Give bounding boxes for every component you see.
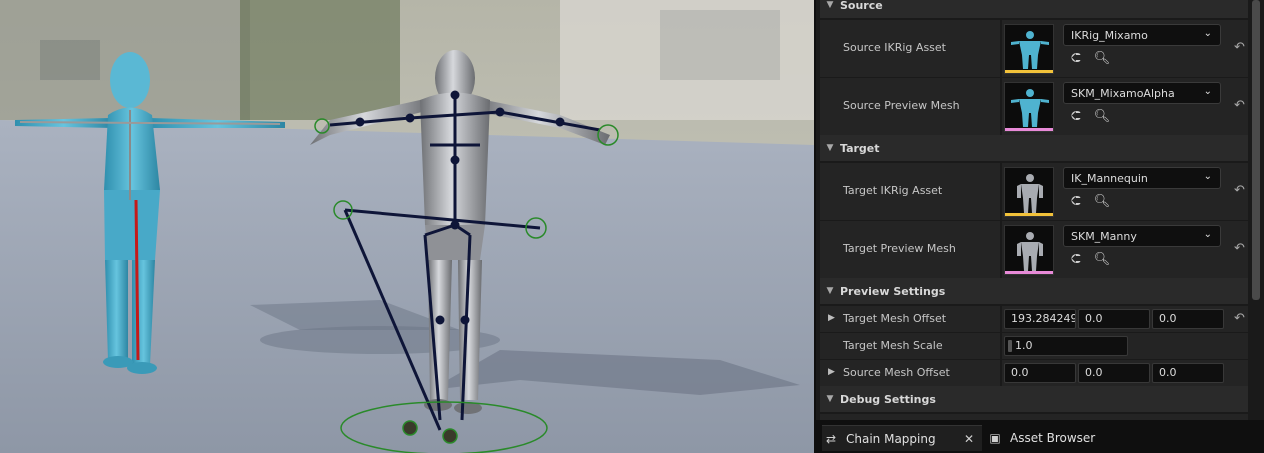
row-source-mesh-offset: ▶ Source Mesh Offset 0.0 0.0 0.0 (820, 359, 1248, 386)
mannequin-thumbnail-icon (1005, 226, 1053, 274)
browse-to-asset-icon[interactable]: ⮈ (1067, 193, 1085, 211)
target-preview-mesh-combo[interactable]: SKM_Manny ⌄ (1063, 225, 1221, 247)
find-in-content-browser-icon[interactable]: 🔍︎ (1093, 108, 1111, 126)
section-target[interactable]: ▼ Target (820, 135, 1248, 161)
source-ikrig-thumbnail[interactable] (1004, 24, 1054, 74)
target-mesh-offset-z[interactable]: 0.0 (1152, 309, 1224, 329)
chevron-down-icon: ⌄ (1203, 28, 1212, 39)
source-ikrig-value: IKRig_Mixamo (1071, 28, 1148, 42)
row-debug-partial (820, 413, 1248, 420)
section-debug-settings[interactable]: ▼ Debug Settings (820, 386, 1248, 412)
row-target-mesh-scale: Target Mesh Scale 1.0 (820, 332, 1248, 359)
source-mesh-offset-label: Source Mesh Offset (843, 366, 950, 379)
folder-icon: ▣ (989, 431, 1001, 445)
column-divider[interactable] (1000, 306, 1002, 332)
target-mesh-scale-field[interactable]: 1.0 (1004, 336, 1128, 356)
chevron-down-icon: ⌄ (1203, 229, 1212, 240)
source-ikrig-label: Source IKRig Asset (843, 41, 946, 54)
target-mesh-offset-x[interactable]: 193.284249 (1004, 309, 1076, 329)
section-source[interactable]: ▼ Source (820, 0, 1248, 18)
asset-type-bar (1005, 213, 1053, 216)
details-scrollbar[interactable] (1252, 0, 1260, 300)
viewport[interactable] (0, 0, 814, 453)
chevron-down-icon: ⌄ (1203, 86, 1212, 97)
reset-icon[interactable]: ↶ (1234, 98, 1245, 113)
row-target-ikrig: Target IKRig Asset IK_Mannequin ⌄ ⮈ 🔍︎ ↶ (820, 162, 1248, 220)
column-divider[interactable] (1000, 221, 1002, 278)
bottom-tab-bar: ⇄ Chain Mapping ✕ ▣ Asset Browser (814, 420, 1264, 453)
target-ikrig-combo[interactable]: IK_Mannequin ⌄ (1063, 167, 1221, 189)
target-mesh-offset-y[interactable]: 0.0 (1078, 309, 1150, 329)
target-preview-mesh-label: Target Preview Mesh (843, 242, 956, 255)
find-in-content-browser-icon[interactable]: 🔍︎ (1093, 193, 1111, 211)
target-mesh-scale-label: Target Mesh Scale (843, 339, 943, 352)
browse-to-asset-icon[interactable]: ⮈ (1067, 108, 1085, 126)
source-preview-mesh-thumbnail[interactable] (1004, 82, 1054, 132)
tab-chain-mapping-label: Chain Mapping (846, 431, 936, 446)
chain-mapping-icon: ⇄ (825, 431, 837, 446)
column-divider[interactable] (1000, 20, 1002, 77)
chevron-down-icon: ⌄ (1203, 171, 1212, 182)
close-icon[interactable]: ✕ (964, 432, 974, 446)
tab-asset-browser[interactable]: ▣ Asset Browser (986, 425, 1116, 451)
source-mesh-offset-x[interactable]: 0.0 (1004, 363, 1076, 383)
column-divider[interactable] (1000, 78, 1002, 135)
section-debug-settings-title: Debug Settings (840, 392, 936, 406)
expander-arrow-icon[interactable]: ▶ (828, 313, 835, 323)
source-ikrig-combo[interactable]: IKRig_Mixamo ⌄ (1063, 24, 1221, 46)
section-preview-settings[interactable]: ▼ Preview Settings (820, 278, 1248, 304)
expander-arrow-icon[interactable]: ▶ (828, 367, 835, 377)
mannequin-thumbnail-icon (1005, 168, 1053, 216)
column-divider[interactable] (1000, 163, 1002, 220)
tab-chain-mapping[interactable]: ⇄ Chain Mapping ✕ (822, 425, 982, 451)
chevron-down-icon: ▼ (826, 0, 834, 10)
asset-type-bar (1005, 128, 1053, 131)
source-preview-mesh-combo[interactable]: SKM_MixamoAlpha ⌄ (1063, 82, 1221, 104)
source-preview-mesh-label: Source Preview Mesh (843, 99, 960, 112)
source-mesh-offset-z[interactable]: 0.0 (1152, 363, 1224, 383)
column-divider[interactable] (1000, 333, 1002, 359)
asset-type-bar (1005, 271, 1053, 274)
section-source-title: Source (840, 0, 883, 12)
asset-type-bar (1005, 70, 1053, 73)
mannequin-thumbnail-icon (1005, 83, 1053, 131)
details-panel: ▼ Source Source IKRig Asset IKRig_Mixamo… (814, 0, 1264, 420)
row-source-ikrig: Source IKRig Asset IKRig_Mixamo ⌄ ⮈ 🔍︎ ↶ (820, 19, 1248, 77)
reset-icon[interactable]: ↶ (1234, 183, 1245, 198)
row-target-preview-mesh: Target Preview Mesh SKM_Manny ⌄ ⮈ 🔍︎ ↶ (820, 220, 1248, 278)
source-preview-mesh-value: SKM_MixamoAlpha (1071, 86, 1175, 100)
chevron-down-icon: ▼ (826, 286, 834, 296)
target-mesh-offset-label: Target Mesh Offset (843, 312, 947, 325)
chevron-down-icon: ▼ (826, 394, 834, 404)
source-mesh-offset-y[interactable]: 0.0 (1078, 363, 1150, 383)
target-ikrig-thumbnail[interactable] (1004, 167, 1054, 217)
slider-grip-icon[interactable] (1008, 340, 1012, 352)
row-source-preview-mesh: Source Preview Mesh SKM_MixamoAlpha ⌄ ⮈ … (820, 77, 1248, 135)
target-ikrig-label: Target IKRig Asset (843, 184, 943, 197)
chevron-down-icon: ▼ (826, 143, 834, 153)
find-in-content-browser-icon[interactable]: 🔍︎ (1093, 50, 1111, 68)
browse-to-asset-icon[interactable]: ⮈ (1067, 50, 1085, 68)
browse-to-asset-icon[interactable]: ⮈ (1067, 251, 1085, 269)
section-preview-settings-title: Preview Settings (840, 284, 946, 298)
column-divider[interactable] (1000, 360, 1002, 386)
target-mesh-scale-value: 1.0 (1015, 339, 1033, 352)
target-preview-mesh-thumbnail[interactable] (1004, 225, 1054, 275)
viewport-scene[interactable] (0, 0, 814, 453)
target-ikrig-value: IK_Mannequin (1071, 171, 1148, 185)
reset-icon[interactable]: ↶ (1234, 241, 1245, 256)
row-target-mesh-offset: ▶ Target Mesh Offset 193.284249 0.0 0.0 … (820, 305, 1248, 332)
target-preview-mesh-value: SKM_Manny (1071, 229, 1137, 243)
reset-icon[interactable]: ↶ (1234, 40, 1245, 55)
tab-asset-browser-label: Asset Browser (1010, 431, 1096, 445)
reset-icon[interactable]: ↶ (1234, 311, 1245, 326)
section-target-title: Target (840, 141, 880, 155)
mannequin-thumbnail-icon (1005, 25, 1053, 73)
find-in-content-browser-icon[interactable]: 🔍︎ (1093, 251, 1111, 269)
